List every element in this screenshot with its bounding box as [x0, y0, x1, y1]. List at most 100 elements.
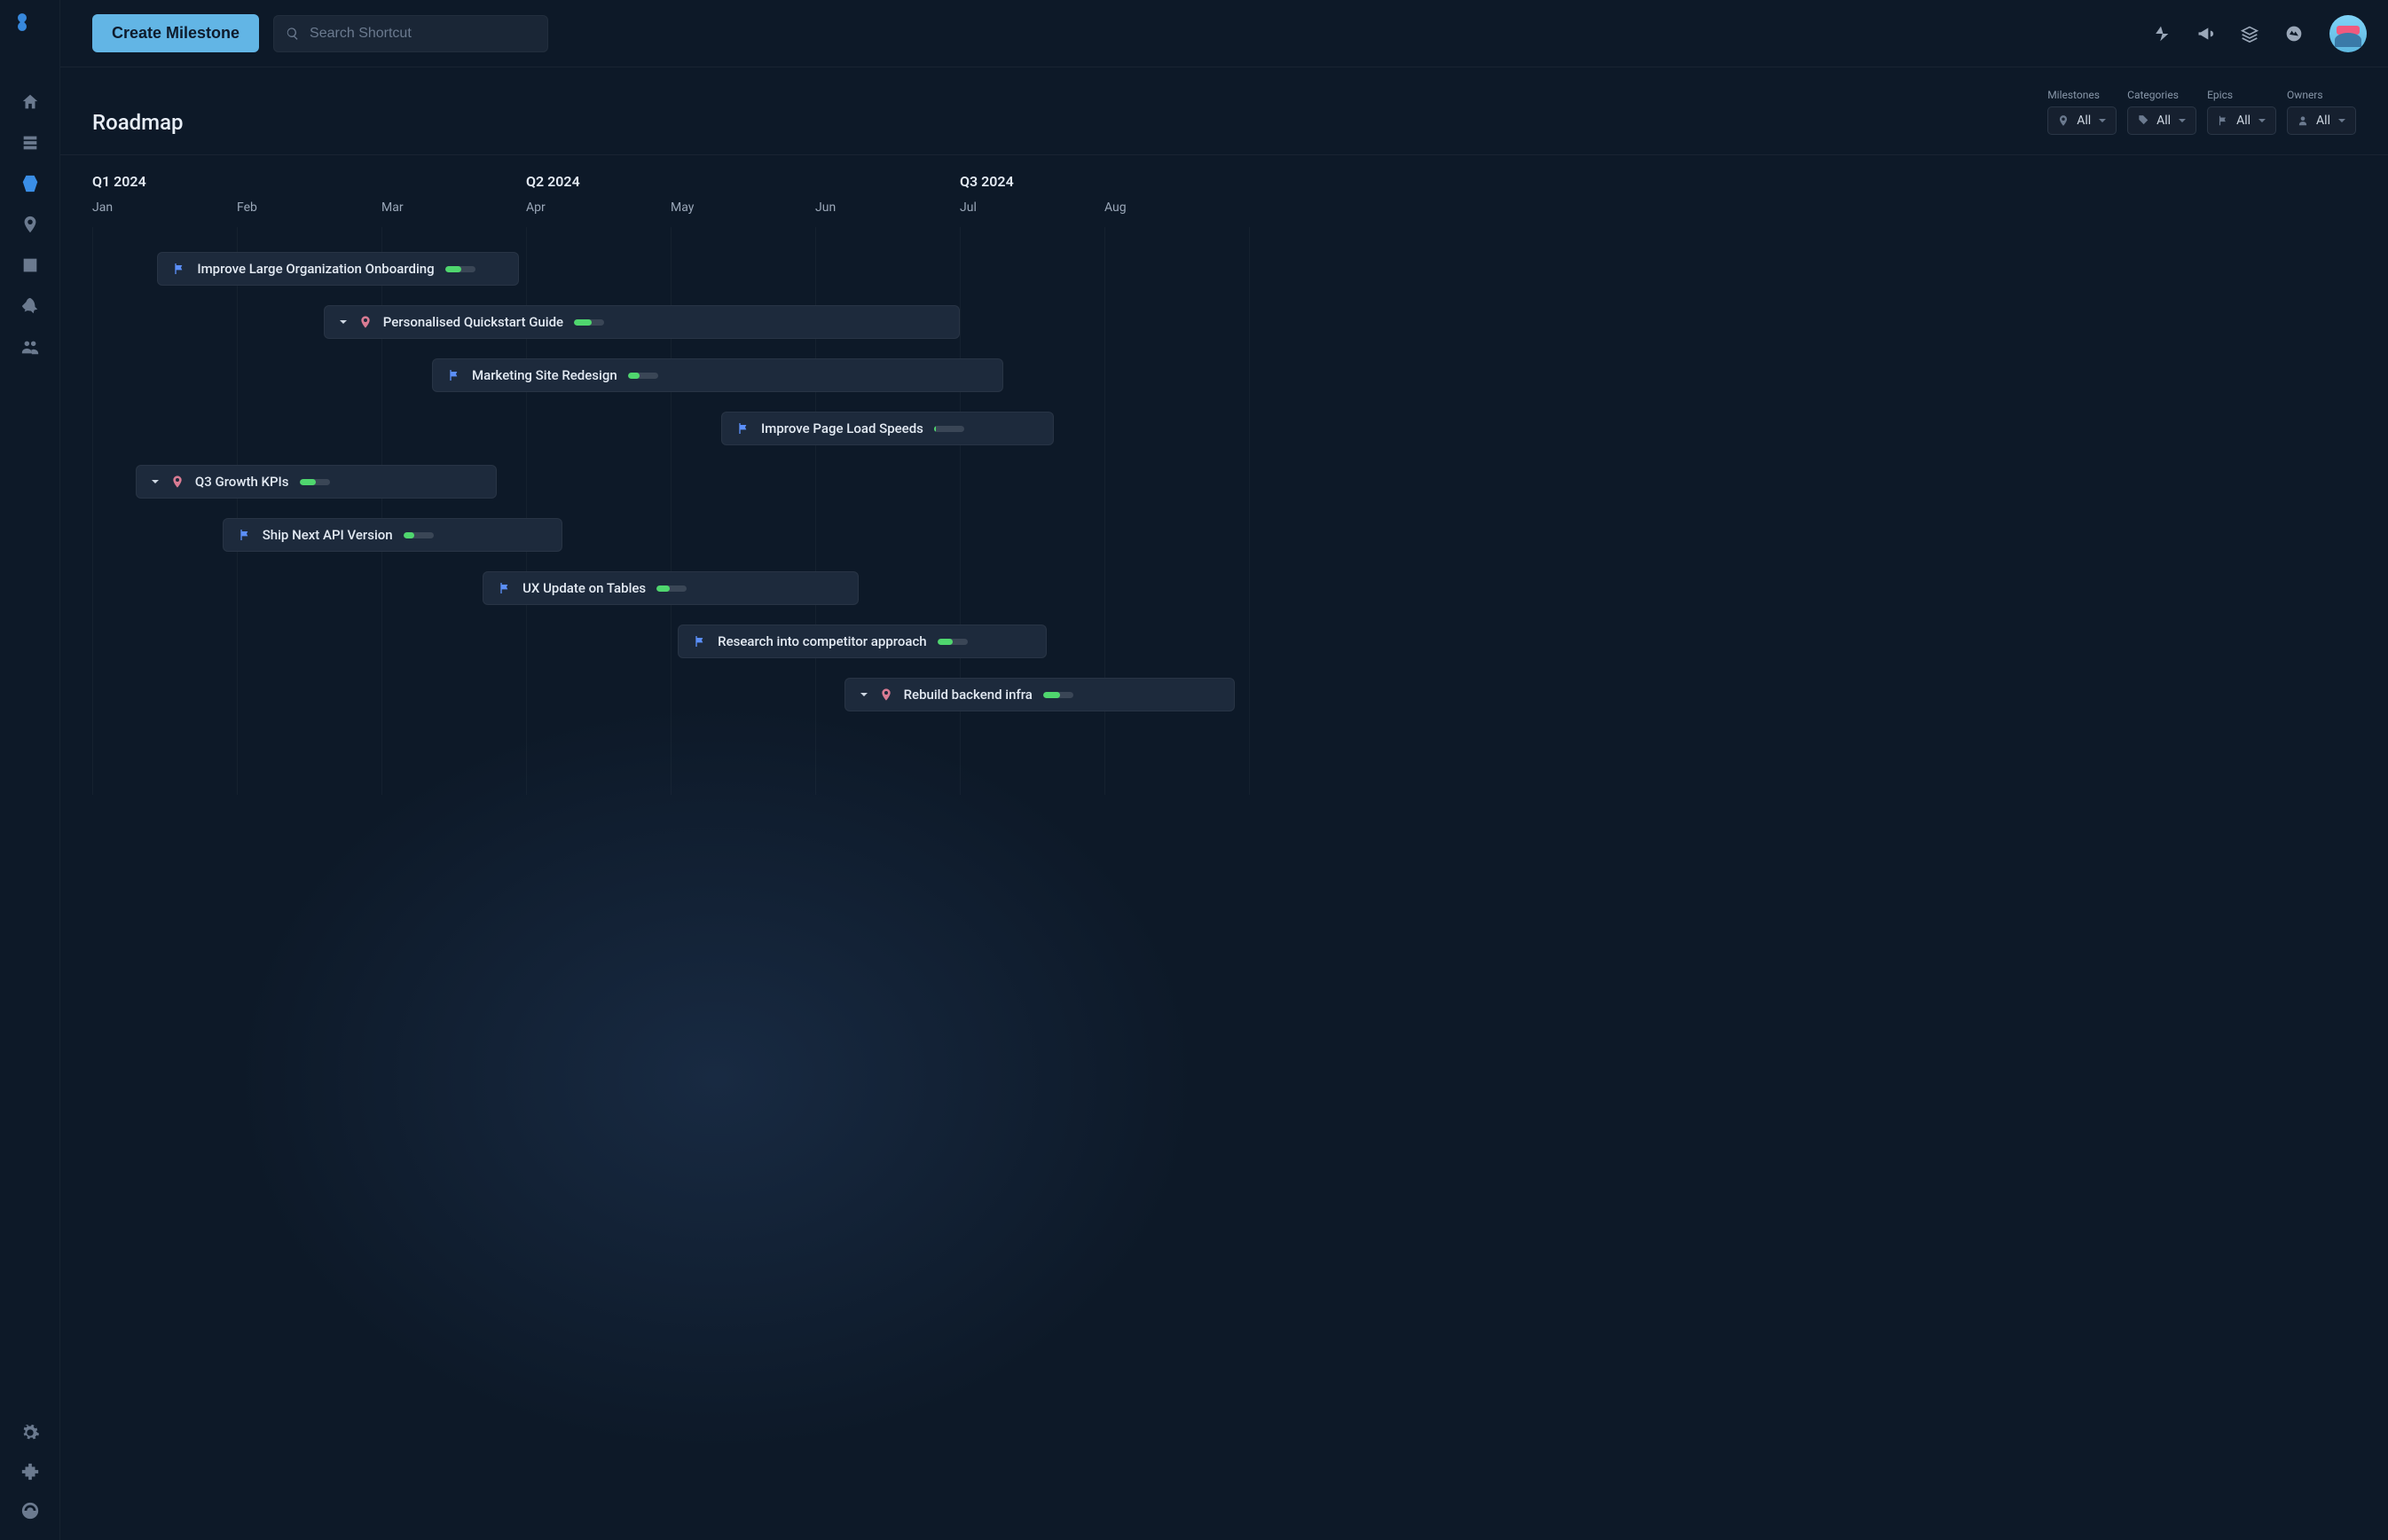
filter-label: Epics [2207, 89, 2276, 101]
filter-milestones: Milestones All [2047, 89, 2117, 135]
status-icon[interactable] [2285, 25, 2303, 43]
nav-stories-icon[interactable] [20, 133, 40, 153]
progress-bar [628, 373, 658, 379]
filter-label: Categories [2127, 89, 2196, 101]
epic-flag-icon [736, 421, 750, 436]
month-label: Jul [960, 200, 1104, 215]
roadmap-item-title: Ship Next API Version [263, 527, 393, 543]
tag-icon [2137, 114, 2149, 127]
timeline-months: JanFebMarAprMayJunJulAug [92, 200, 2388, 215]
topbar: Create Milestone [60, 0, 2388, 67]
month-label: May [671, 200, 815, 215]
announcements-icon[interactable] [2196, 25, 2214, 43]
roadmap-item[interactable]: Research into competitor approach [678, 625, 1047, 658]
filter-select-categories[interactable]: All [2127, 106, 2196, 135]
search-input[interactable] [273, 15, 548, 52]
filter-value: All [2236, 114, 2251, 128]
flag-icon [2217, 114, 2229, 127]
filter-select-epics[interactable]: All [2207, 106, 2276, 135]
filter-select-owners[interactable]: All [2287, 106, 2356, 135]
epic-flag-icon [447, 368, 461, 382]
roadmap-item[interactable]: Marketing Site Redesign [432, 358, 1003, 392]
quarter-label: Q3 2024 [960, 173, 1249, 190]
nav-home-icon[interactable] [20, 92, 40, 112]
filter-categories: Categories All [2127, 89, 2196, 135]
nav-help-icon[interactable] [20, 1501, 40, 1520]
progress-bar [574, 319, 604, 326]
milestone-pin-icon [879, 688, 893, 702]
progress-bar [934, 426, 964, 432]
nav-settings-icon[interactable] [20, 1423, 40, 1442]
chevron-down-icon [2098, 116, 2107, 125]
month-label: Jun [815, 200, 960, 215]
roadmap-item-title: Research into competitor approach [718, 633, 926, 649]
progress-bar [656, 585, 687, 592]
month-label: Jan [92, 200, 237, 215]
roadmap-item[interactable]: Improve Large Organization Onboarding [157, 252, 519, 286]
progress-bar [404, 532, 434, 538]
epic-flag-icon [238, 528, 252, 542]
user-avatar[interactable] [2329, 15, 2367, 52]
progress-bar [445, 266, 475, 272]
roadmap-item-title: Rebuild backend infra [904, 687, 1033, 703]
epic-flag-icon [172, 262, 186, 276]
nav-reports-icon[interactable] [20, 255, 40, 275]
chevron-down-icon [2337, 116, 2346, 125]
month-label: Mar [381, 200, 526, 215]
roadmap-item[interactable]: Q3 Growth KPIs [136, 465, 498, 499]
timeline-quarters: Q1 2024Q2 2024Q3 2024 [92, 173, 2388, 190]
docs-icon[interactable] [2241, 25, 2258, 43]
nav-launch-icon[interactable] [20, 296, 40, 316]
timeline-rows: Improve Large Organization Onboarding Per… [92, 227, 2388, 711]
progress-bar [1043, 692, 1073, 698]
main-column: Create Milestone Roadmap MilestonesAllCa… [60, 0, 2388, 1540]
epic-flag-icon [693, 634, 707, 648]
epic-flag-icon [498, 581, 512, 595]
page-title: Roadmap [92, 110, 184, 135]
expand-toggle-icon[interactable] [151, 477, 160, 486]
roadmap-item[interactable]: UX Update on Tables [483, 571, 859, 605]
expand-toggle-icon[interactable] [339, 318, 348, 326]
roadmap-item-title: Improve Large Organization Onboarding [197, 261, 434, 277]
create-milestone-button[interactable]: Create Milestone [92, 14, 259, 52]
filter-label: Milestones [2047, 89, 2117, 101]
chevron-down-icon [2258, 116, 2266, 125]
nav-team-icon[interactable] [20, 337, 40, 357]
roadmap-item-title: UX Update on Tables [522, 580, 646, 596]
nav-plugins-icon[interactable] [20, 1462, 40, 1481]
filter-value: All [2156, 114, 2171, 128]
pin-icon [2057, 114, 2070, 127]
app-logo[interactable] [12, 12, 48, 48]
roadmap-item[interactable]: Personalised Quickstart Guide [324, 305, 960, 339]
roadmap-item[interactable]: Ship Next API Version [223, 518, 562, 552]
month-label: Aug [1104, 200, 1249, 215]
filter-value: All [2316, 114, 2330, 128]
filters: Milestones All Categories All Epics All Owners… [2047, 89, 2356, 135]
roadmap-item[interactable]: Improve Page Load Speeds [721, 412, 1054, 445]
roadmap-item-title: Q3 Growth KPIs [195, 474, 289, 490]
progress-bar [938, 639, 968, 645]
month-label: Feb [237, 200, 381, 215]
app-root: Create Milestone Roadmap MilestonesAllCa… [0, 0, 2388, 1540]
siderail [0, 0, 60, 1540]
chevron-down-icon [2178, 116, 2187, 125]
month-label: Apr [526, 200, 671, 215]
filter-epics: Epics All [2207, 89, 2276, 135]
quarter-label: Q2 2024 [526, 173, 960, 190]
filter-select-milestones[interactable]: All [2047, 106, 2117, 135]
activity-icon[interactable] [2152, 25, 2170, 43]
person-icon [2297, 114, 2309, 127]
roadmap-item-title: Marketing Site Redesign [472, 367, 617, 383]
filter-label: Owners [2287, 89, 2356, 101]
roadmap-item-title: Personalised Quickstart Guide [383, 314, 563, 330]
nav-roadmap-icon[interactable] [20, 174, 40, 193]
page-header: Roadmap Milestones All Categories All Epics A… [60, 67, 2388, 155]
milestone-pin-icon [170, 475, 185, 489]
quarter-label: Q1 2024 [92, 173, 526, 190]
roadmap-item[interactable]: Rebuild backend infra [844, 678, 1235, 711]
nav-milestones-icon[interactable] [20, 215, 40, 234]
timeline: Q1 2024Q2 2024Q3 2024 JanFebMarAprMayJun… [60, 155, 2388, 1540]
roadmap-item-title: Improve Page Load Speeds [761, 420, 923, 436]
progress-bar [300, 479, 330, 485]
expand-toggle-icon[interactable] [860, 690, 868, 699]
